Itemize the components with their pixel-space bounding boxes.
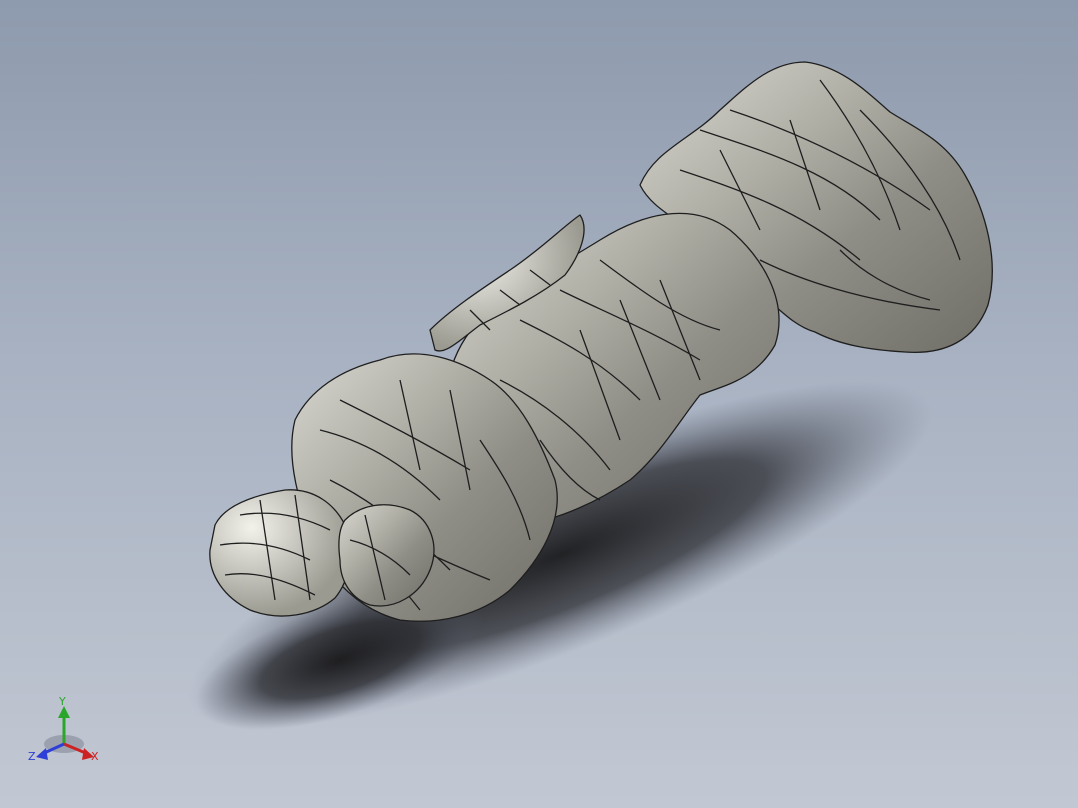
triad-y-label: Y	[59, 695, 66, 708]
z-arrow-icon	[36, 748, 48, 760]
graphics-viewport[interactable]: Y X Z	[0, 0, 1078, 808]
triad-x-label: X	[91, 750, 99, 763]
view-triad[interactable]: Y X Z	[26, 694, 106, 768]
model-scene[interactable]	[0, 0, 1078, 808]
triad-z-label: Z	[28, 750, 36, 763]
statue-head	[209, 489, 351, 617]
